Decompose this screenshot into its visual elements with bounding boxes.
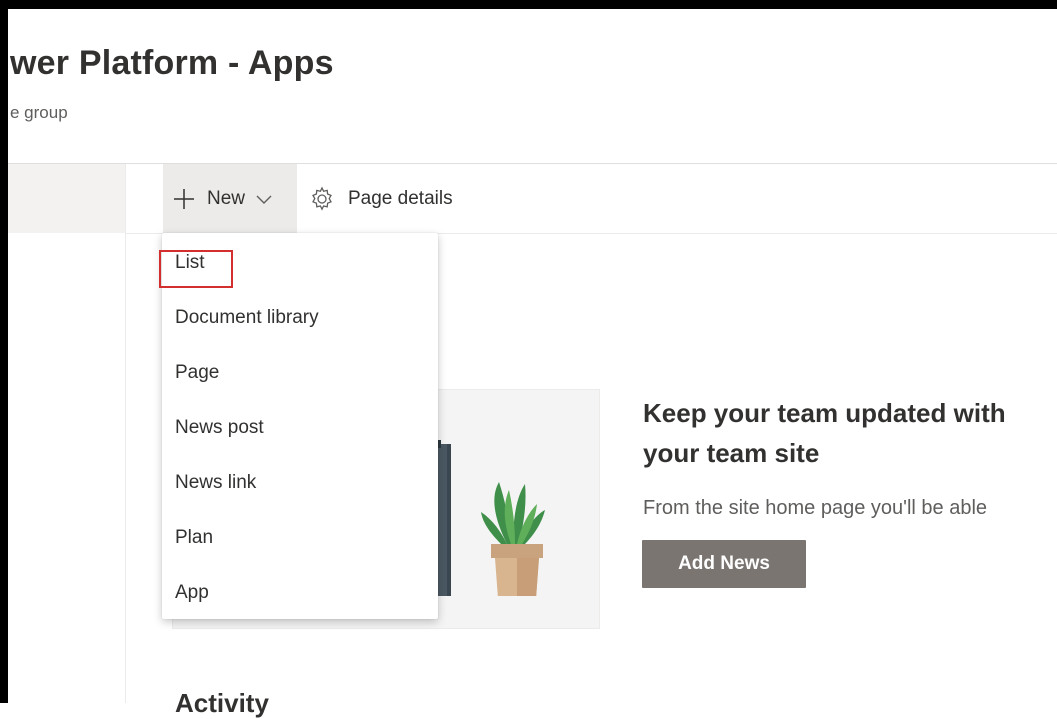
new-dropdown-menu: List Document library Page News post New… [159,233,438,619]
news-heading-line-1: Keep your team updated with [643,398,1006,428]
left-nav-border [125,164,126,703]
site-subtitle: e group [10,103,68,122]
menu-item-news-post[interactable]: News post [162,409,438,453]
page-details-button[interactable]: Page details [304,164,453,233]
menu-item-label: App [175,582,209,603]
news-illustration [433,440,545,596]
news-heading: Keep your team updated with your team si… [643,393,1057,473]
menu-item-label: Page [175,362,220,383]
menu-item-label: News link [175,472,257,493]
window-frame-left [0,0,8,703]
gear-icon [308,185,336,213]
window-frame-top [0,0,1057,9]
new-label: New [207,187,246,209]
plus-icon [173,188,195,210]
menu-item-app[interactable]: App [162,574,438,618]
menu-item-label: News post [175,417,264,438]
add-news-button[interactable]: Add News [642,540,806,588]
menu-item-list[interactable]: List [159,244,438,288]
chevron-down-icon [255,190,273,208]
news-heading-line-2: your team site [643,438,820,468]
menu-item-label: List [175,252,205,273]
menu-item-plan[interactable]: Plan [162,519,438,563]
news-description: From the site home page you'll be able [643,497,988,519]
menu-item-label: Document library [175,307,319,328]
menu-item-page[interactable]: Page [162,354,438,398]
site-title: wer Platform - Apps [10,44,334,82]
activity-heading: Activity [175,688,269,718]
menu-item-news-link[interactable]: News link [162,464,438,508]
page-details-label: Page details [348,187,453,209]
menu-item-label: Plan [175,527,214,548]
menu-item-document-library[interactable]: Document library [162,299,438,343]
left-nav-selected-item[interactable] [8,164,125,233]
new-button[interactable]: New [163,164,297,233]
